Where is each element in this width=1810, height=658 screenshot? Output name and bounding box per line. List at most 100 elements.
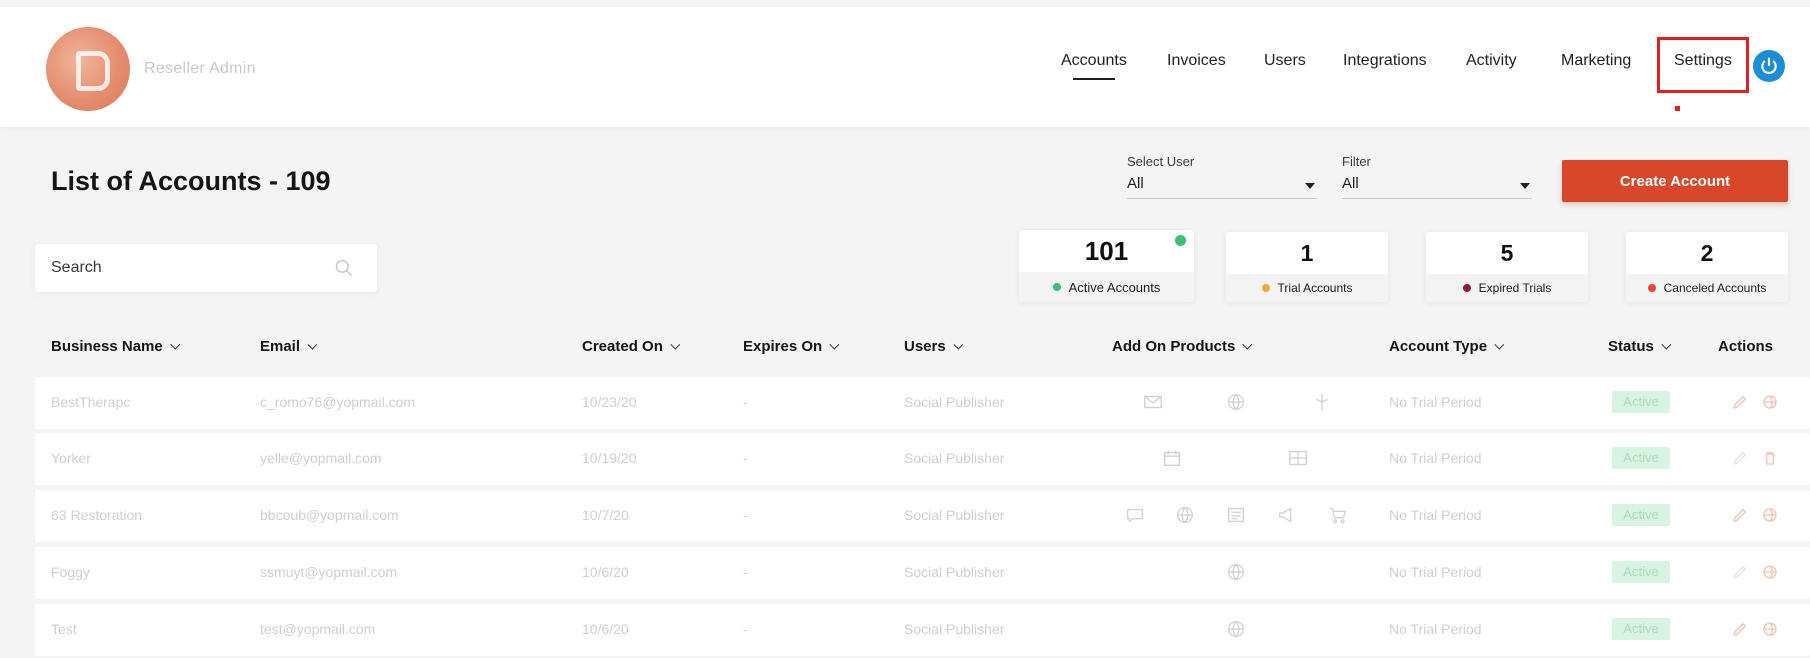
- cell-users: Social Publisher: [904, 394, 1005, 410]
- globe-icon[interactable]: [1225, 561, 1247, 583]
- status-badge: Active: [1612, 504, 1670, 526]
- table-row[interactable]: 63 Restoration bbcoub@yopmail.com 10/7/2…: [35, 490, 1810, 542]
- column-status[interactable]: Status: [1608, 338, 1672, 355]
- power-icon[interactable]: [1753, 50, 1785, 82]
- column-actions: Actions: [1718, 338, 1773, 355]
- delete-icon[interactable]: [1761, 449, 1779, 467]
- stat-label: Expired Trials: [1478, 281, 1552, 295]
- nav-users[interactable]: Users: [1264, 52, 1306, 70]
- cell-users: Social Publisher: [904, 507, 1005, 523]
- filter-dropdown[interactable]: All: [1342, 175, 1532, 199]
- column-label: Actions: [1718, 338, 1774, 355]
- stat-trial-accounts[interactable]: 1 Trial Accounts: [1226, 232, 1388, 302]
- status-dot-icon: [1261, 284, 1270, 292]
- brand[interactable]: Reseller Admin: [46, 27, 256, 111]
- login-as-icon[interactable]: [1761, 393, 1779, 411]
- column-label: Account Type: [1389, 338, 1488, 355]
- cell-account-type: No Trial Period: [1389, 450, 1482, 466]
- select-user-dropdown[interactable]: All: [1127, 175, 1317, 199]
- filter-field[interactable]: Filter All: [1342, 154, 1532, 199]
- edit-icon[interactable]: [1731, 506, 1749, 524]
- stat-expired-trials[interactable]: 5 Expired Trials: [1426, 232, 1588, 302]
- status-dot-icon: [1647, 284, 1656, 292]
- search-icon[interactable]: [334, 258, 354, 278]
- cell-email: bbcoub@yopmail.com: [260, 507, 399, 523]
- cart-icon[interactable]: [1327, 504, 1349, 526]
- column-created-on[interactable]: Created On: [582, 338, 681, 355]
- gallery-icon[interactable]: [1287, 447, 1309, 469]
- globe-icon[interactable]: [1225, 618, 1247, 640]
- status-dot-icon: [1462, 284, 1471, 292]
- chevron-down-icon: [670, 339, 681, 350]
- megaphone-icon[interactable]: [1276, 504, 1298, 526]
- table-row[interactable]: BestTherapc c_romo76@yopmail.com 10/23/2…: [35, 377, 1810, 429]
- column-label: Email: [260, 338, 301, 355]
- column-email[interactable]: Email: [260, 338, 318, 355]
- search-box: [35, 244, 377, 292]
- filter-label: Filter: [1342, 154, 1371, 169]
- cell-created-on: 10/6/20: [582, 564, 629, 580]
- stat-label: Active Accounts: [1068, 279, 1161, 295]
- login-as-icon[interactable]: [1761, 506, 1779, 524]
- cell-email: ssmuyt@yopmail.com: [260, 564, 398, 580]
- email-icon[interactable]: [1142, 391, 1164, 413]
- chevron-down-icon: [829, 339, 840, 350]
- chat-icon[interactable]: [1124, 504, 1146, 526]
- cell-account-type: No Trial Period: [1389, 394, 1482, 410]
- filter-value: All: [1342, 175, 1359, 192]
- table-row[interactable]: Test test@yopmail.com 10/6/20 - Social P…: [35, 604, 1810, 656]
- stat-active-accounts[interactable]: 101 Active Accounts: [1019, 230, 1194, 302]
- chevron-down-icon: [170, 339, 180, 350]
- newspaper-icon[interactable]: [1225, 504, 1247, 526]
- column-label: Business Name: [51, 338, 163, 355]
- column-add-on-products[interactable]: Add On Products: [1112, 338, 1253, 355]
- nav-accounts[interactable]: Accounts: [1061, 52, 1127, 80]
- login-as-icon[interactable]: [1761, 563, 1779, 581]
- cell-email: c_romo76@yopmail.com: [260, 394, 416, 410]
- chevron-down-icon: [1661, 339, 1672, 350]
- nav-activity[interactable]: Activity: [1466, 52, 1517, 70]
- edit-icon[interactable]: [1731, 563, 1749, 581]
- globe-icon[interactable]: [1174, 504, 1196, 526]
- status-badge: Active: [1612, 391, 1670, 413]
- globe-icon[interactable]: [1225, 391, 1247, 413]
- nav-integrations[interactable]: Integrations: [1343, 52, 1427, 70]
- stat-label: Trial Accounts: [1277, 281, 1353, 295]
- status-badge: Active: [1612, 561, 1670, 583]
- column-users[interactable]: Users: [904, 338, 963, 355]
- calendar-icon[interactable]: [1161, 447, 1183, 469]
- create-account-button[interactable]: Create Account: [1562, 160, 1788, 202]
- edit-icon[interactable]: [1731, 620, 1749, 638]
- status-badge: Active: [1612, 447, 1670, 469]
- search-input[interactable]: [51, 256, 311, 280]
- table-row[interactable]: Yorker yelle@yopmail.com 10/19/20 - Soci…: [35, 433, 1810, 485]
- top-header: Reseller Admin: [0, 7, 1810, 127]
- cell-account-type: No Trial Period: [1389, 507, 1482, 523]
- table-row[interactable]: Foggy ssmuyt@yopmail.com 10/6/20 - Socia…: [35, 547, 1810, 599]
- cell-users: Social Publisher: [904, 621, 1005, 637]
- pin-icon[interactable]: [1311, 391, 1333, 413]
- nav-invoices[interactable]: Invoices: [1167, 52, 1226, 70]
- cell-created-on: 10/6/20: [582, 621, 629, 637]
- chevron-down-icon: [307, 339, 318, 350]
- edit-icon[interactable]: [1731, 393, 1749, 411]
- cell-business-name: Foggy: [51, 564, 90, 580]
- settings-highlight: [1657, 37, 1749, 93]
- select-user-value: All: [1127, 175, 1144, 192]
- cell-expires-on: -: [743, 394, 748, 410]
- login-as-icon[interactable]: [1761, 620, 1779, 638]
- column-expires-on[interactable]: Expires On: [743, 338, 840, 355]
- column-label: Users: [904, 338, 946, 355]
- cell-email: yelle@yopmail.com: [260, 450, 382, 466]
- cell-expires-on: -: [743, 507, 748, 523]
- column-business-name[interactable]: Business Name: [51, 338, 180, 355]
- stat-canceled-accounts[interactable]: 2 Canceled Accounts: [1626, 232, 1788, 302]
- edit-icon[interactable]: [1731, 449, 1749, 467]
- cell-created-on: 10/23/20: [582, 394, 637, 410]
- nav-marketing[interactable]: Marketing: [1561, 52, 1631, 70]
- page-title: List of Accounts - 109: [51, 166, 331, 196]
- select-user-field[interactable]: Select User All: [1127, 154, 1317, 199]
- column-account-type[interactable]: Account Type: [1389, 338, 1505, 355]
- highlight-marker: [1675, 106, 1680, 111]
- cell-business-name: Yorker: [51, 450, 91, 466]
